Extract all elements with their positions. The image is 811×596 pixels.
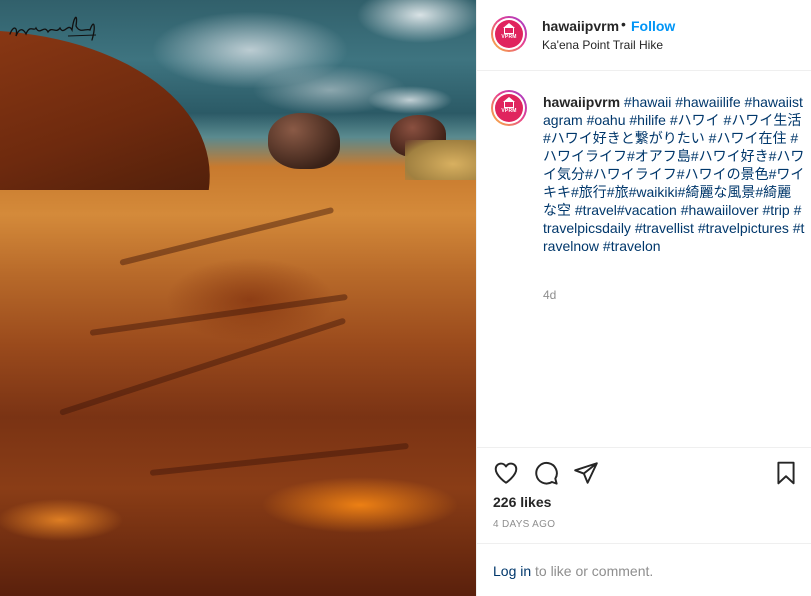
save-button[interactable] xyxy=(773,460,799,486)
like-button[interactable] xyxy=(493,460,519,486)
bookmark-icon xyxy=(777,461,795,485)
login-link[interactable]: Log in xyxy=(493,563,531,579)
comment-prompt-text: to like or comment. xyxy=(535,563,654,579)
boulder-left xyxy=(268,113,340,169)
comment-icon xyxy=(535,462,558,485)
post-timestamp: 4 DAYS AGO xyxy=(493,519,556,530)
caption-username[interactable]: hawaiipvrm xyxy=(543,94,620,110)
post-header: VPRM hawaiipvrm • Follow Ka'ena Point Tr… xyxy=(477,0,811,71)
post-side-panel: VPRM hawaiipvrm • Follow Ka'ena Point Tr… xyxy=(476,0,811,596)
avatar-logo-text: VPRM xyxy=(501,108,517,114)
share-button[interactable] xyxy=(573,460,599,486)
signature-watermark xyxy=(9,16,97,41)
caption-section: VPRM hawaiipvrm #hawaii #hawaiilife #haw… xyxy=(477,72,811,447)
separator-dot: • xyxy=(621,16,626,32)
action-bar: 226 likes 4 DAYS AGO xyxy=(477,447,811,543)
header-username[interactable]: hawaiipvrm xyxy=(542,18,619,34)
heart-icon xyxy=(494,462,518,484)
sand-streak xyxy=(119,206,335,266)
dry-grass xyxy=(405,140,476,180)
likes-count[interactable]: 226 likes xyxy=(493,494,551,510)
sand-streak xyxy=(149,442,409,476)
house-icon xyxy=(503,23,515,34)
share-icon xyxy=(574,462,598,484)
post-photo[interactable] xyxy=(0,0,476,596)
avatar[interactable]: VPRM xyxy=(491,90,527,126)
comment-bar: Log in to like or comment. xyxy=(477,543,811,596)
avatar[interactable]: VPRM xyxy=(491,16,527,52)
follow-button[interactable]: Follow xyxy=(631,18,675,34)
avatar-logo-text: VPRM xyxy=(501,34,517,40)
house-icon xyxy=(503,97,515,108)
location-link[interactable]: Ka'ena Point Trail Hike xyxy=(542,38,663,52)
caption-text: hawaiipvrm #hawaii #hawaiilife #hawaiist… xyxy=(543,93,805,255)
caption-hashtags[interactable]: #hawaii #hawaiilife #hawaiistagram #oahu… xyxy=(543,94,804,254)
caption-time: 4d xyxy=(543,288,557,302)
comment-button[interactable] xyxy=(533,460,559,486)
